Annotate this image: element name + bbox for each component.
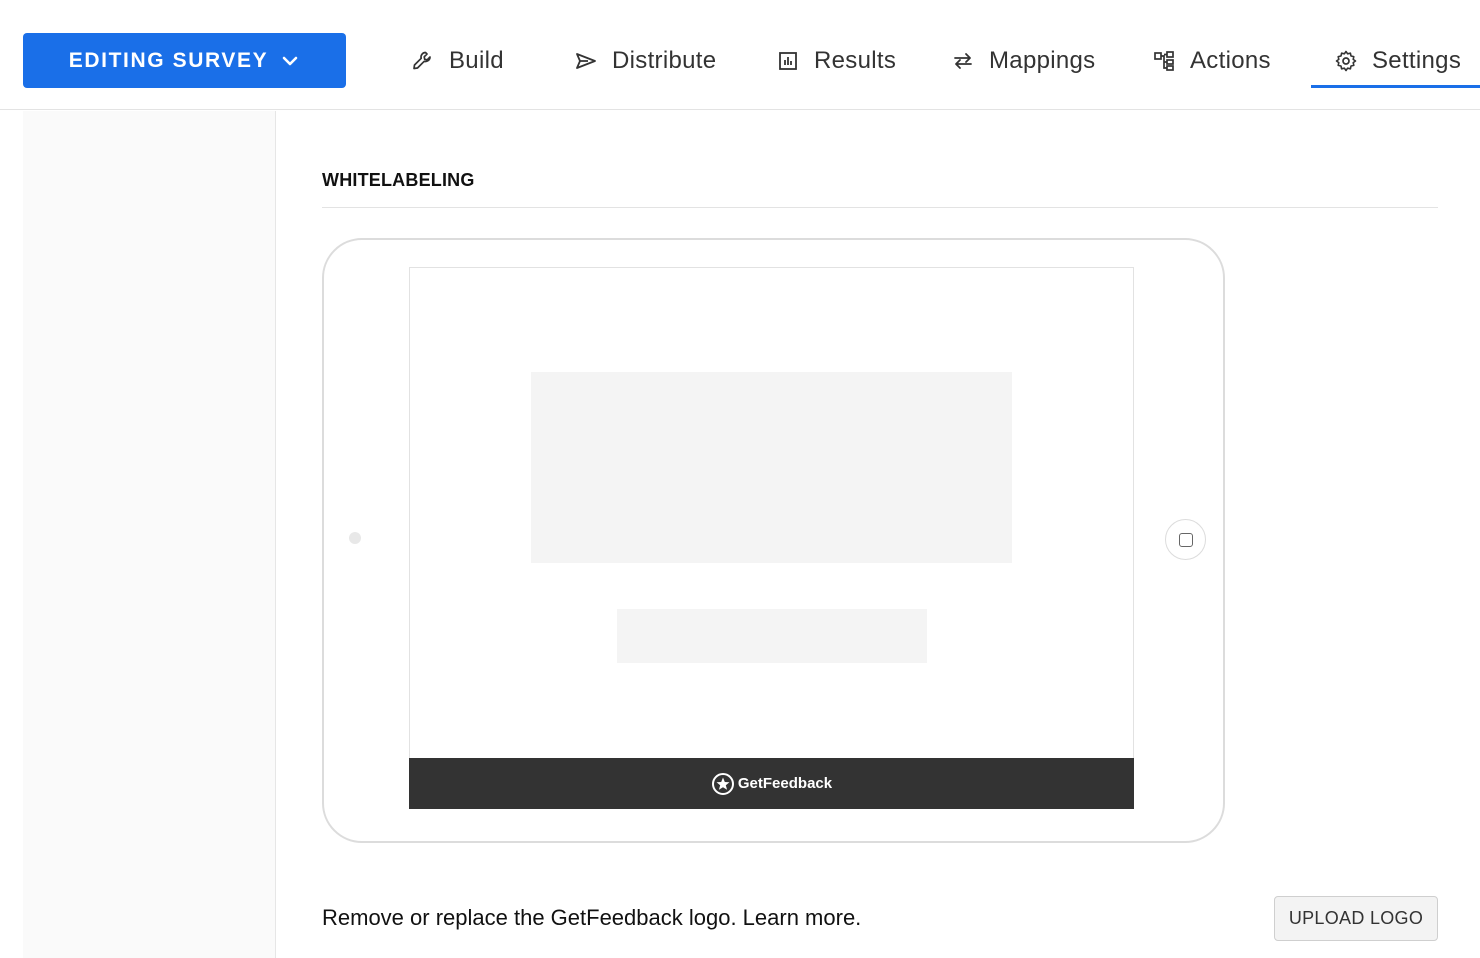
tab-settings-label: Settings <box>1372 47 1462 74</box>
gear-icon <box>1335 50 1357 72</box>
swap-arrows-icon <box>954 53 972 69</box>
getfeedback-logo-icon <box>711 772 734 795</box>
send-icon <box>576 53 596 69</box>
section-divider <box>322 207 1438 208</box>
tab-build-label: Build <box>449 47 504 74</box>
tab-build[interactable]: Build <box>411 38 504 84</box>
tab-actions-label: Actions <box>1190 47 1271 74</box>
editing-survey-label: EDITING SURVEY <box>68 48 269 72</box>
active-tab-indicator <box>1311 85 1480 88</box>
editing-survey-button[interactable]: EDITING SURVEY <box>23 33 346 88</box>
tab-distribute[interactable]: Distribute <box>574 38 716 84</box>
chevron-down-icon <box>282 56 298 65</box>
home-square-icon <box>1178 532 1193 547</box>
section-title: WHITELABELING <box>322 170 475 190</box>
wrench-icon <box>413 51 431 70</box>
content-placeholder-small <box>617 609 927 663</box>
tab-distribute-label: Distribute <box>612 47 717 74</box>
tab-mappings-label: Mappings <box>989 47 1096 74</box>
bar-chart-icon <box>779 52 797 70</box>
tablet-home-button <box>1165 519 1206 560</box>
upload-logo-button[interactable]: UPLOAD LOGO <box>1274 896 1438 941</box>
flow-icon <box>1154 51 1174 71</box>
content-placeholder-large <box>531 372 1012 563</box>
branding-text: GetFeedback <box>737 775 833 792</box>
branding-footer-bar: GetFeedback <box>409 758 1134 809</box>
whitelabel-description: Remove or replace the GetFeedback logo. … <box>322 905 862 930</box>
tablet-camera <box>349 532 361 544</box>
tab-mappings[interactable]: Mappings <box>951 38 1095 84</box>
tab-results[interactable]: Results <box>776 38 896 84</box>
tab-actions[interactable]: Actions <box>1152 38 1271 84</box>
settings-sidebar <box>23 111 276 958</box>
top-nav-bar: EDITING SURVEY Build Distribute Results … <box>0 0 1480 110</box>
tab-settings[interactable]: Settings <box>1334 38 1461 84</box>
tab-results-label: Results <box>814 47 897 74</box>
